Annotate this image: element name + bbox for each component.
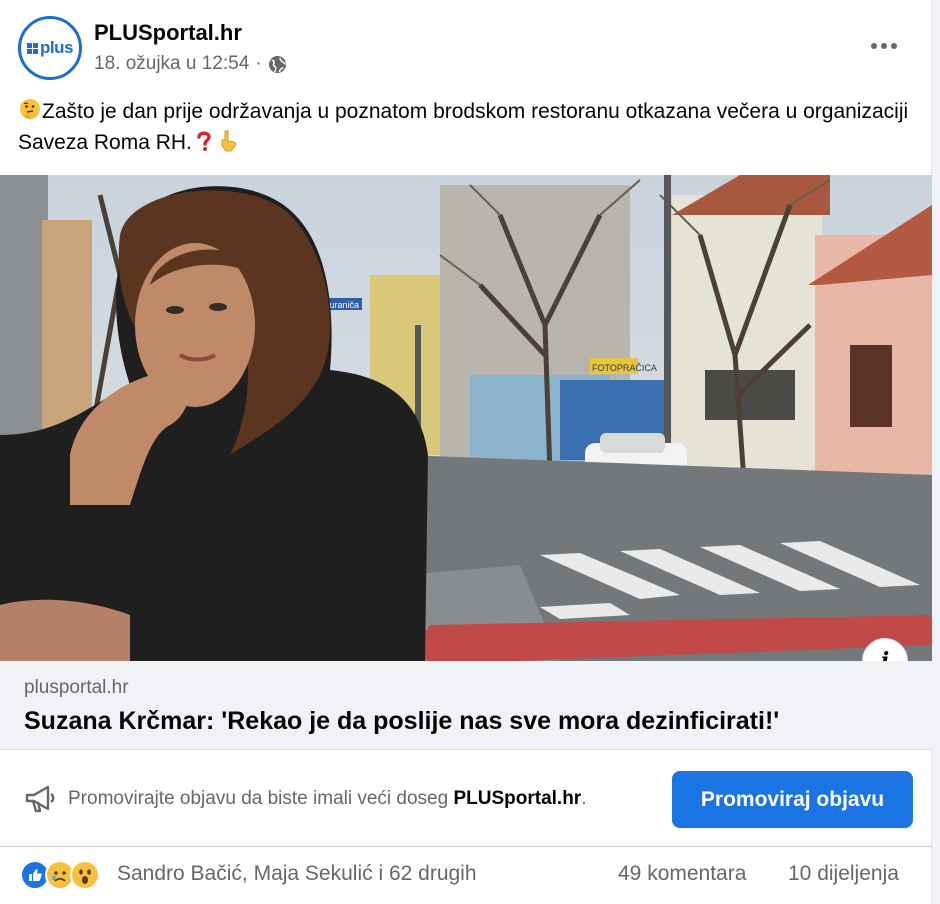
- megaphone-icon: [25, 785, 55, 813]
- post-card: plus PLUSportal.hr 18. ožujka u 12:54 · …: [0, 0, 932, 904]
- link-preview-image[interactable]: Žuraniča FOTOPRAČICA i: [0, 175, 932, 661]
- reaction-icons[interactable]: [20, 860, 100, 892]
- promote-row: Promovirajte objavu da biste imali veći …: [0, 750, 932, 847]
- reactor-names[interactable]: Sandro Bačić, Maja Sekulić i 62 drugih: [117, 862, 477, 886]
- shop-sign-text: FOTOPRAČICA: [592, 363, 657, 373]
- pointing-down-icon: [221, 130, 237, 152]
- red-question-mark-icon: [197, 131, 211, 151]
- feed-gutter: [932, 0, 940, 904]
- avatar-text: plus: [40, 38, 73, 57]
- link-domain: plusportal.hr: [24, 677, 129, 698]
- promote-text-after: .: [581, 788, 587, 809]
- more-options-button[interactable]: [862, 24, 906, 68]
- reactions-row: Sandro Bačić, Maja Sekulić i 62 drugih 4…: [0, 848, 932, 904]
- promote-text-page: PLUSportal.hr: [453, 788, 582, 809]
- globe-icon[interactable]: [268, 55, 287, 74]
- promote-text: Promovirajte objavu da biste imali veći …: [68, 788, 586, 810]
- page-avatar[interactable]: plus: [18, 16, 82, 80]
- post-body-text: Zašto je dan prije održavanja u poznatom…: [18, 100, 909, 154]
- page-name-link[interactable]: PLUSportal.hr: [94, 20, 242, 46]
- post-header: plus PLUSportal.hr 18. ožujka u 12:54 ·: [0, 0, 932, 90]
- link-title[interactable]: Suzana Krčmar: 'Rekao je da poslije nas …: [24, 707, 779, 736]
- logo-grid-icon: [27, 42, 39, 54]
- promote-post-button[interactable]: Promoviraj objavu: [672, 771, 913, 828]
- dot-icon: [871, 43, 877, 49]
- post-meta: 18. ožujka u 12:54 ·: [94, 53, 287, 75]
- link-preview-meta[interactable]: plusportal.hr Suzana Krčmar: 'Rekao je d…: [0, 661, 932, 750]
- thinking-face-icon: [20, 99, 40, 119]
- dot-icon: [891, 43, 897, 49]
- post-timestamp[interactable]: 18. ožujka u 12:54: [94, 53, 249, 75]
- promote-text-before: Promovirajte objavu da biste imali veći …: [68, 788, 454, 809]
- meta-separator: ·: [255, 53, 262, 74]
- wow-icon: [70, 860, 100, 890]
- dot-icon: [881, 43, 887, 49]
- comments-count[interactable]: 49 komentara: [618, 862, 746, 886]
- plus-logo: plus: [27, 38, 73, 58]
- shares-count[interactable]: 10 dijeljenja: [788, 862, 899, 886]
- street-photo: Žuraniča FOTOPRAČICA: [0, 175, 932, 661]
- post-body: Zašto je dan prije održavanja u poznatom…: [18, 96, 918, 158]
